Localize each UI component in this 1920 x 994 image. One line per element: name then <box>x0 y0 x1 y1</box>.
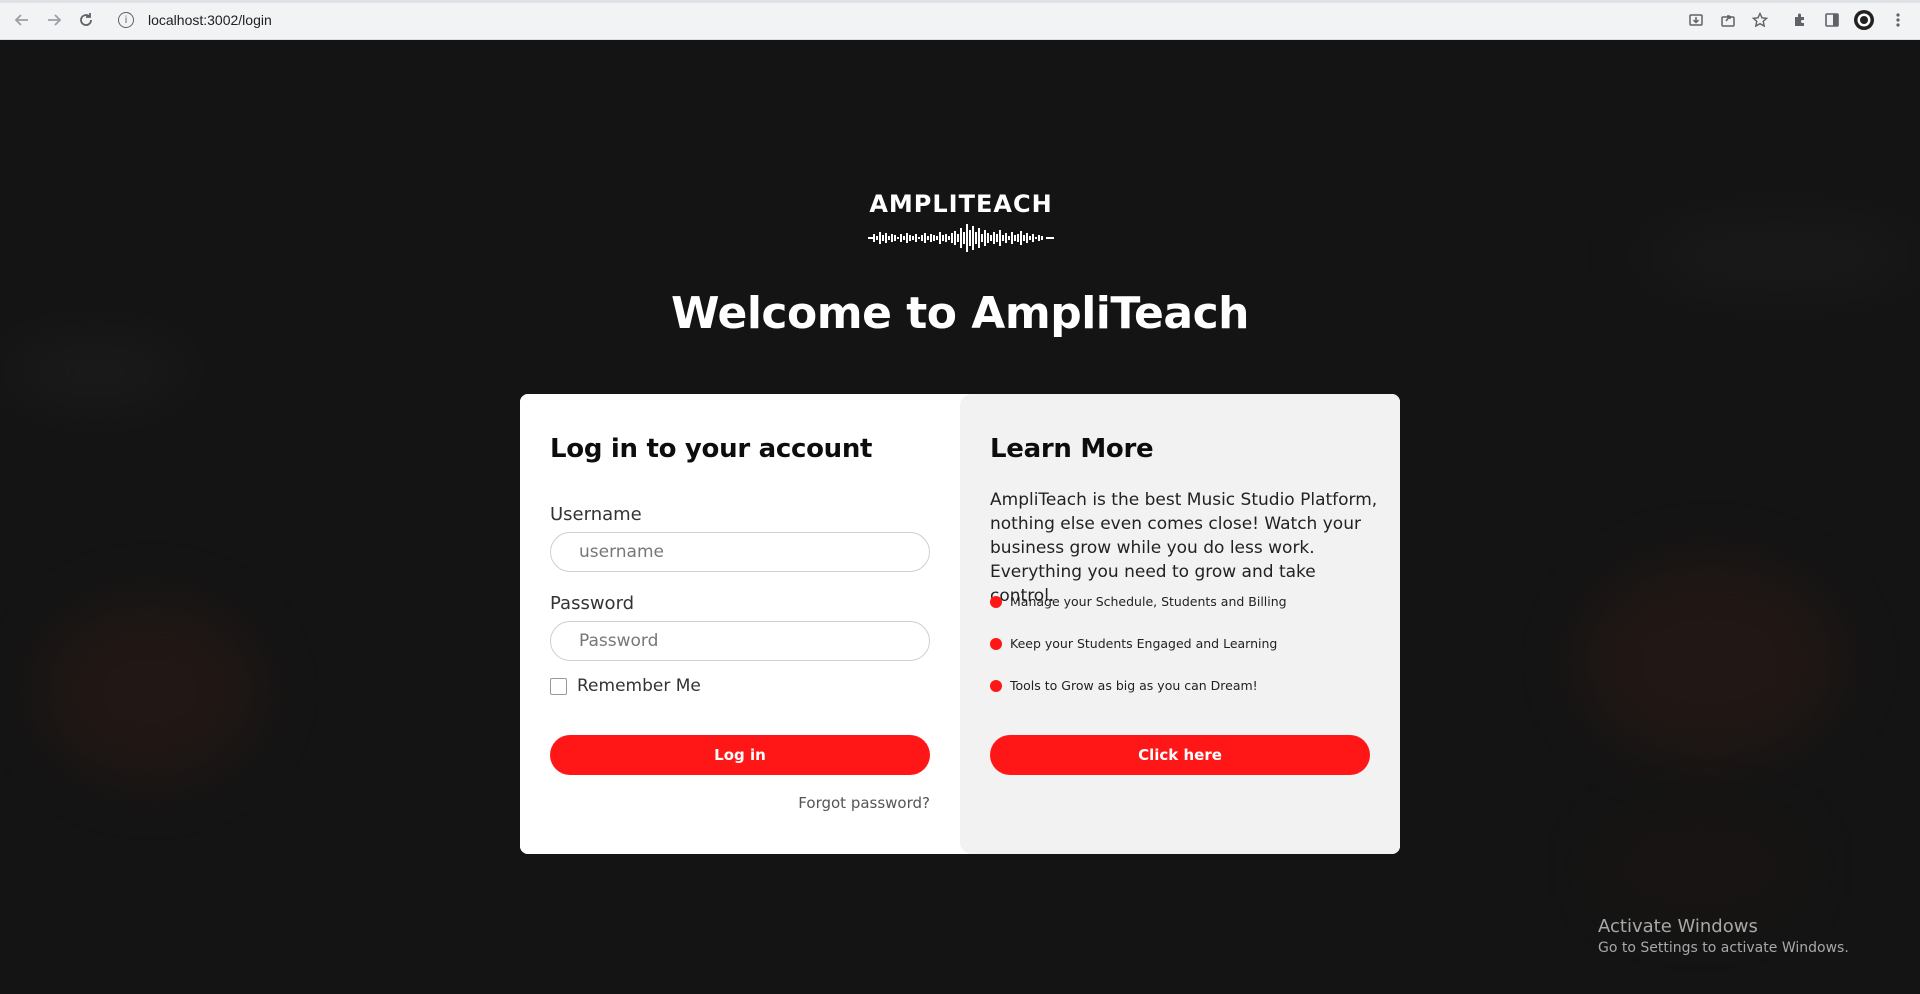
reload-icon[interactable] <box>74 8 98 32</box>
url-text[interactable]: localhost:3002/login <box>148 12 272 28</box>
learn-more-heading: Learn More <box>990 434 1154 464</box>
logo-text: AMPLITEACH <box>869 190 1053 218</box>
login-card: Log in to your account Username Password… <box>520 394 1400 854</box>
password-label: Password <box>550 593 635 614</box>
feature-text: Manage your Schedule, Students and Billi… <box>1010 594 1287 609</box>
info-icon[interactable]: i <box>118 12 134 28</box>
bg-shape <box>0 341 190 401</box>
feature-bullet: Tools to Grow as big as you can Dream! <box>990 678 1258 693</box>
waveform-icon <box>868 224 1054 252</box>
back-icon[interactable] <box>10 8 34 32</box>
forward-icon[interactable] <box>42 8 66 32</box>
profile-icon[interactable] <box>1852 8 1876 32</box>
feature-text: Tools to Grow as big as you can Dream! <box>1010 678 1258 693</box>
feature-bullet: Keep your Students Engaged and Learning <box>990 636 1277 651</box>
username-label: Username <box>550 504 642 525</box>
remember-me-label[interactable]: Remember Me <box>577 676 701 696</box>
learn-more-description: AmpliTeach is the best Music Studio Plat… <box>990 490 1378 606</box>
login-button[interactable]: Log in <box>550 735 930 775</box>
feature-text: Keep your Students Engaged and Learning <box>1010 636 1278 651</box>
feature-bullet: Manage your Schedule, Students and Billi… <box>990 594 1287 609</box>
bullet-dot-icon <box>990 637 1002 650</box>
menu-icon[interactable] <box>1886 8 1910 32</box>
install-icon[interactable] <box>1684 8 1708 32</box>
bullet-dot-icon <box>990 595 1002 608</box>
bookmark-star-icon[interactable] <box>1748 8 1772 32</box>
watermark-title: Activate Windows <box>1598 916 1758 937</box>
browser-toolbar: i localhost:3002/login <box>0 0 1920 40</box>
login-panel: Log in to your account Username Password… <box>520 394 960 854</box>
watermark-subtitle: Go to Settings to activate Windows. <box>1598 940 1849 956</box>
share-icon[interactable] <box>1716 8 1740 32</box>
bg-shape <box>1600 821 1800 911</box>
bg-shape <box>40 601 260 781</box>
activate-windows-watermark: Activate Windows Go to Settings to activ… <box>1598 916 1849 956</box>
password-input[interactable] <box>550 621 930 661</box>
learn-more-panel: Learn More AmpliTeach is the best Music … <box>960 394 1400 854</box>
extensions-icon[interactable] <box>1788 8 1812 32</box>
bg-shape <box>1640 221 1920 291</box>
bg-shape <box>1580 561 1840 761</box>
remember-me-checkbox[interactable] <box>550 678 567 695</box>
click-here-button[interactable]: Click here <box>990 735 1370 775</box>
username-input[interactable] <box>550 532 930 572</box>
page-title: Welcome to AmpliTeach <box>671 288 1249 339</box>
address-bar[interactable]: i localhost:3002/login <box>110 6 1670 34</box>
login-heading: Log in to your account <box>550 434 873 464</box>
ampliteach-logo: AMPLITEACH <box>866 190 1056 256</box>
tab-strip <box>0 0 1920 3</box>
forgot-password-link[interactable]: Forgot password? <box>798 794 930 812</box>
bullet-dot-icon <box>990 679 1002 692</box>
sidepanel-icon[interactable] <box>1820 8 1844 32</box>
